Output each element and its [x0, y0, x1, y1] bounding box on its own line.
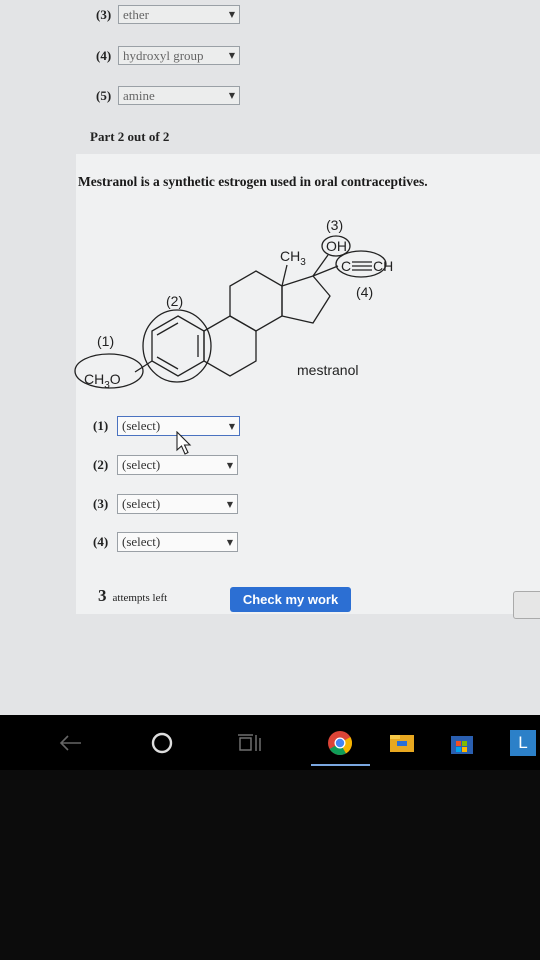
alkyne-carbon: C: [341, 258, 351, 274]
row-number: (2): [93, 457, 109, 472]
attempts-count: 3: [98, 586, 107, 605]
part1-select-5[interactable]: amine ▼: [118, 86, 240, 105]
part1-row-3: (3) ether ▼: [96, 5, 240, 24]
select-value: amine: [123, 87, 155, 103]
alkyne-ch: CH: [373, 258, 393, 274]
active-app-indicator: [311, 764, 370, 766]
row-number: (3): [96, 6, 112, 22]
answer-row-4: (4) (select) ▼: [93, 532, 238, 552]
part1-row-5: (5) amine ▼: [96, 86, 240, 105]
question-text: Mestranol is a synthetic estrogen used i…: [78, 174, 428, 189]
select-value: (select): [122, 496, 161, 511]
next-button[interactable]: [513, 591, 540, 619]
ring-c: [229, 270, 283, 332]
start-icon[interactable]: [145, 715, 179, 770]
label-2: (2): [166, 293, 183, 309]
chevron-down-icon: ▼: [226, 460, 233, 470]
app-l-icon[interactable]: L: [508, 715, 538, 770]
ring-d: [281, 275, 331, 324]
answer-select-4[interactable]: (select) ▼: [117, 532, 238, 552]
back-icon[interactable]: [52, 715, 88, 770]
row-number: (5): [96, 87, 112, 103]
chevron-down-icon: ▼: [228, 91, 235, 100]
select-value: hydroxyl group: [123, 47, 204, 63]
row-number: (4): [93, 534, 109, 549]
answer-row-3: (3) (select) ▼: [93, 494, 238, 514]
row-number: (1): [93, 418, 109, 433]
chevron-down-icon: ▼: [226, 499, 233, 509]
store-icon[interactable]: [446, 715, 478, 770]
hydroxyl-group: OH: [326, 238, 347, 254]
label-1: (1): [97, 333, 114, 349]
answer-select-3[interactable]: (select) ▼: [117, 494, 238, 514]
app-l-letter: L: [510, 729, 536, 756]
select-value: (select): [122, 418, 161, 433]
part1-select-4[interactable]: hydroxyl group ▼: [118, 46, 240, 65]
select-value: (select): [122, 534, 161, 549]
part1-row-4: (4) hydroxyl group ▼: [96, 46, 240, 65]
chevron-down-icon: ▼: [228, 421, 235, 431]
answer-select-2[interactable]: (select) ▼: [117, 455, 238, 475]
row-number: (3): [93, 496, 109, 511]
attempts-label: attempts left: [112, 592, 168, 604]
label-4: (4): [356, 284, 373, 300]
answer-row-1: (1) (select) ▼: [93, 416, 240, 436]
chevron-down-icon: ▼: [228, 51, 235, 60]
label-3: (3): [326, 217, 343, 233]
molecule-name: mestranol: [297, 362, 358, 378]
mouse-pointer-icon: [176, 431, 192, 455]
mestranol-structure: (3) (4) (2) (1) CH3 OH C CH CH3O mestran…: [74, 217, 393, 391]
chevron-down-icon: ▼: [226, 537, 233, 547]
row-number: (4): [96, 47, 112, 63]
part1-select-3[interactable]: ether ▼: [118, 5, 240, 24]
benzene-circle: [142, 309, 212, 383]
check-my-work-button[interactable]: Check my work: [230, 587, 351, 612]
chrome-icon[interactable]: [322, 715, 358, 770]
part-label: Part 2 out of 2: [90, 129, 170, 144]
select-value: ether: [123, 6, 149, 22]
file-explorer-icon[interactable]: [386, 715, 418, 770]
taskbar: L: [0, 715, 540, 770]
select-value: (select): [122, 457, 161, 472]
attempts-counter: 3 attempts left: [98, 586, 167, 606]
ring-b: [203, 315, 257, 377]
browser-page: (3) ether ▼ (4) hydroxyl group ▼ (5) ami…: [0, 0, 540, 715]
task-view-icon[interactable]: [232, 715, 268, 770]
ring-a: [151, 315, 205, 377]
methyl-group: CH3: [280, 248, 306, 268]
chevron-down-icon: ▼: [228, 10, 235, 19]
answer-row-2: (2) (select) ▼: [93, 455, 238, 475]
